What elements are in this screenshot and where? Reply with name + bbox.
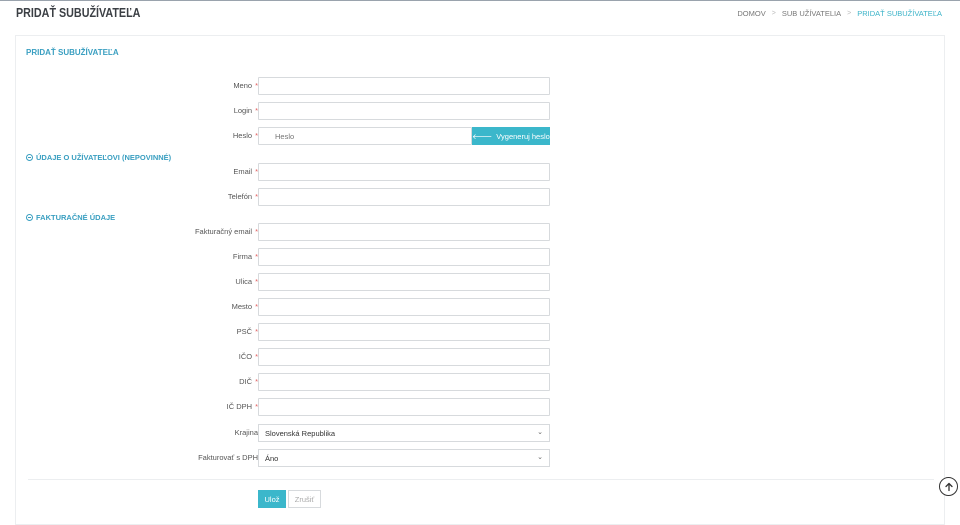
label-mesto: Mesto * [231,302,258,311]
chevron-right-icon: > [847,10,852,17]
form-panel: PRIDAŤ SUBUŽÍVATEĽA Meno * Login * Heslo * … [15,35,945,525]
krajina-select[interactable]: Slovenská Republika ⌄ [258,424,550,442]
label-login: Login * [233,106,258,115]
breadcrumb-home[interactable]: DOMOV [737,9,765,18]
dic-input[interactable] [258,373,550,391]
label-telefon: Telefón * [227,192,258,201]
label-firma: Firma * [232,252,258,261]
fakturacny-email-input[interactable] [258,223,550,241]
ic-dph-input[interactable] [258,398,550,416]
row-ico: IČO * [16,348,946,366]
row-psc: PSČ * [16,323,946,341]
row-email: Email * [16,163,946,181]
row-fakturacny-email: Fakturačný email * [16,223,946,241]
telefon-input[interactable] [258,188,550,206]
heslo-input[interactable] [258,127,472,145]
row-telefon: Telefón * [16,188,946,206]
label-dic: DIČ * [239,377,258,386]
label-heslo: Heslo * [232,131,258,140]
arrow-up-icon [944,482,953,491]
psc-input[interactable] [258,323,550,341]
label-fakturovat-dph: Fakturovať s DPH [198,453,258,462]
chevron-down-icon: ⌄ [537,454,543,461]
ico-input[interactable] [258,348,550,366]
label-fakturacny-email: Fakturačný email * [194,227,258,236]
label-ic-dph: IČ DPH * [226,402,258,411]
breadcrumb-current: PRIDAŤ SUBUŽÍVATEĽA [857,9,942,18]
email-input[interactable] [258,163,550,181]
generate-password-button[interactable]: 🡐 Vygeneruj heslo [472,127,550,145]
save-button[interactable]: Ulož [258,490,286,508]
cancel-button[interactable]: Zrušiť [288,490,321,508]
label-ico: IČO * [238,352,258,361]
row-meno: Meno * [16,77,946,95]
divider [28,479,934,480]
top-bar: PRIDAŤ SUBUŽÍVATEĽA DOMOV > SUB UŽÍVATEL… [0,0,960,26]
mesto-input[interactable] [258,298,550,316]
chevron-right-icon: > [771,10,776,17]
row-dic: DIČ * [16,373,946,391]
row-ulica: Ulica * [16,273,946,291]
ulica-input[interactable] [258,273,550,291]
label-ulica: Ulica * [235,277,258,286]
row-ic-dph: IČ DPH * [16,398,946,416]
label-krajina: Krajina [234,428,258,437]
firma-input[interactable] [258,248,550,266]
label-meno: Meno * [233,81,258,90]
fakturovat-dph-select[interactable]: Áno ⌄ [258,449,550,467]
circle-minus-icon [26,214,33,221]
section-billing: FAKTURAČNÉ ÚDAJE [26,213,115,222]
meno-input[interactable] [258,77,550,95]
label-psc: PSČ * [236,327,258,336]
form-title: PRIDAŤ SUBUŽÍVATEĽA [26,48,119,57]
page-title: PRIDAŤ SUBUŽÍVATEĽA [16,6,141,20]
row-mesto: Mesto * [16,298,946,316]
row-firma: Firma * [16,248,946,266]
breadcrumb: DOMOV > SUB UŽÍVATELIA > PRIDAŤ SUBUŽÍVA… [737,9,942,18]
row-login: Login * [16,102,946,120]
arrow-left-icon: 🡐 [472,131,493,141]
circle-minus-icon [26,154,33,161]
row-heslo: Heslo* 🡐 Vygeneruj heslo [16,127,946,145]
chevron-down-icon: ⌄ [537,429,543,436]
login-input[interactable] [258,102,550,120]
row-fakturovat-dph: Fakturovať s DPH Áno ⌄ [16,449,946,467]
scroll-to-top-button[interactable] [939,477,958,496]
section-user-info: ÚDAJE O UŽÍVATEĽOVI (NEPOVINNÉ) [26,153,171,162]
row-krajina: Krajina Slovenská Republika ⌄ [16,424,946,442]
breadcrumb-sub-users[interactable]: SUB UŽÍVATELIA [782,9,841,18]
label-email: Email * [233,167,258,176]
